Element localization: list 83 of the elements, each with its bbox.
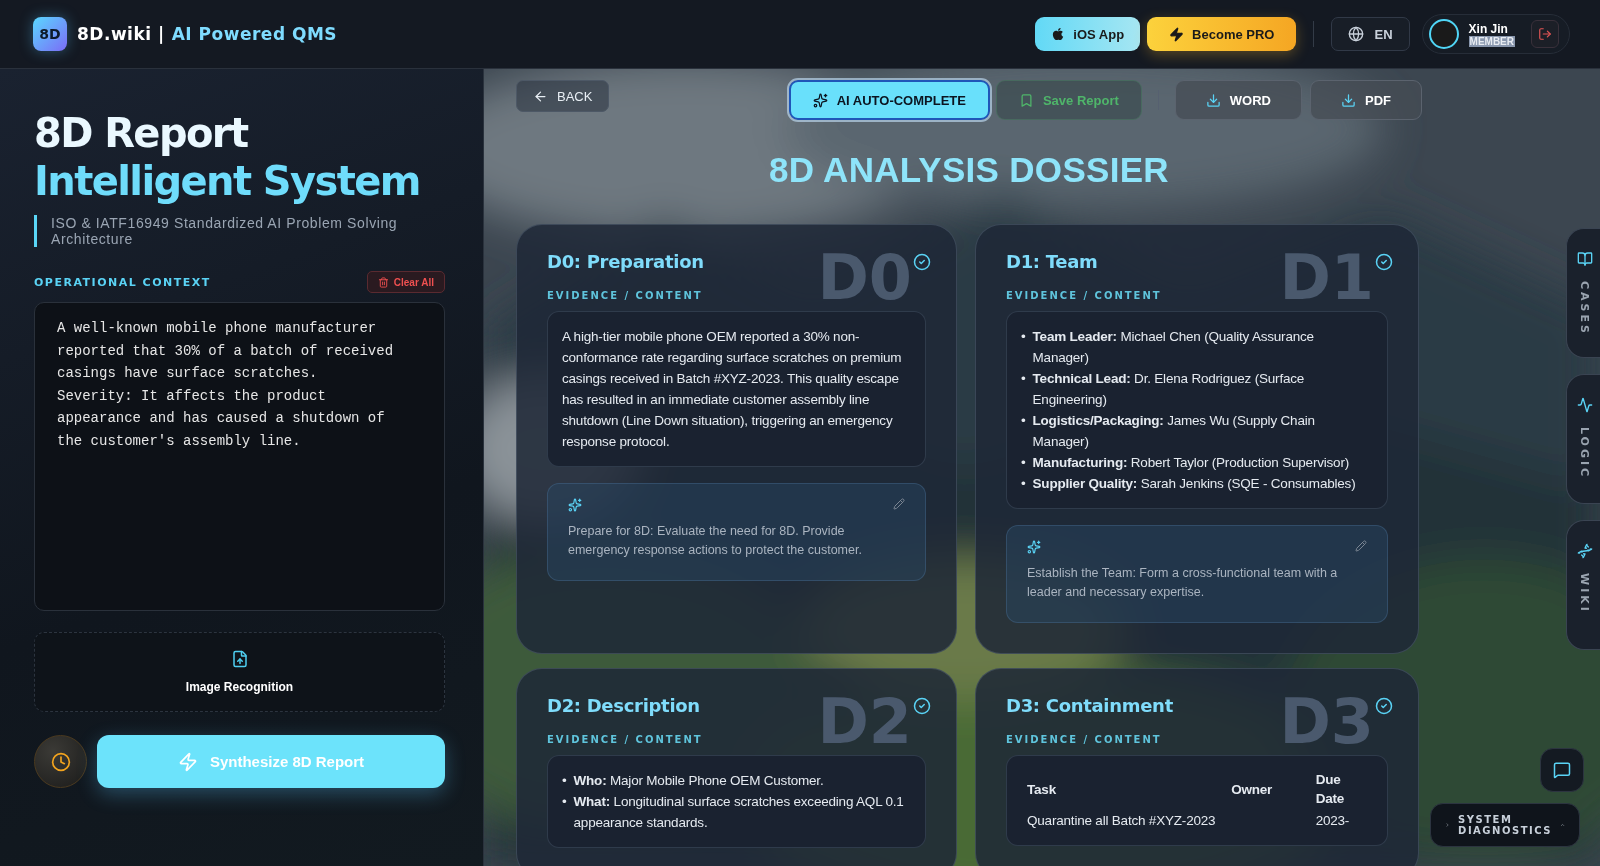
user-role: MEMBER xyxy=(1468,35,1515,47)
clear-all-button[interactable]: Clear All xyxy=(366,271,445,293)
book-icon xyxy=(1576,251,1593,267)
user-name: Xin Jin xyxy=(1468,21,1509,36)
download-icon xyxy=(1341,92,1356,108)
table-cell-text: 2023- xyxy=(1314,812,1351,830)
context-field[interactable]: A well-known mobile phone manufacturer reported that 30% of a batch of received casings have surface scratches. Severity: It affects the product appearance and has caused a shutdown of the customer's assembly line. xyxy=(34,302,445,611)
card-title: D1: Team xyxy=(1006,251,1098,272)
hint-text: Establish the Team: Form a cross-functional team with a leader and necessary expertise. xyxy=(1027,565,1339,601)
evidence-box[interactable]: Task Owner Due Date Quarantine all Batch #XYZ-2023 2023- xyxy=(1006,755,1388,846)
brand-tagline: AI Powered QMS xyxy=(171,24,338,44)
evidence-item: Manufacturing: Robert Taylor (Production Supervisor) xyxy=(1032,454,1349,472)
evidence-text: A high-tier mobile phone OEM reported a 30% non-conformance rate regarding surface scratches on premium casings received in Batch #XYZ-2023. This quality escape has resulted in an immediate customer assembly line shutdown (Line Down situation), triggering an emergency response protocol. xyxy=(562,328,903,451)
back-button[interactable]: BACK xyxy=(516,80,610,112)
dna-icon xyxy=(1576,543,1593,559)
image-upload-zone[interactable]: Image Recognition xyxy=(34,632,445,712)
page-title: Intelligent System xyxy=(34,157,420,205)
download-icon xyxy=(1205,92,1221,108)
card-title: D2: Description xyxy=(547,695,700,716)
auto-complete-button[interactable]: AI AUTO-COMPLETE xyxy=(788,80,990,120)
pulse-icon xyxy=(1576,397,1593,413)
sparkles-icon xyxy=(812,92,828,108)
evidence-item: Who: Major Mobile Phone OEM Customer. xyxy=(573,772,824,790)
brand-name: 8D.wiki | xyxy=(77,24,165,44)
apple-icon xyxy=(1051,27,1066,41)
diagnostics-button[interactable]: SYSTEM DIAGNOSTICS xyxy=(1430,803,1580,847)
chat-icon xyxy=(1553,761,1571,779)
column-header: Task xyxy=(1026,780,1057,799)
bullet: • xyxy=(562,772,567,790)
trash-icon xyxy=(377,276,389,288)
bullet: • xyxy=(1021,454,1026,472)
column-header: Due Date xyxy=(1314,771,1346,808)
evidence-box[interactable] xyxy=(547,311,926,467)
side-tab[interactable]: WIKI xyxy=(1566,520,1600,650)
bullet: • xyxy=(1021,412,1026,430)
bookmark-icon xyxy=(1018,92,1034,108)
export-button[interactable]: PDF xyxy=(1310,80,1422,120)
evidence-box[interactable]: • Who: Major Mobile Phone OEM Customer. • What: Longitudinal surface scratches exceeding AQL 0.1 appearance standards. xyxy=(547,755,926,848)
evidence-item: Technical Lead: Dr. Elena Rodriguez (Surface Engineering) xyxy=(1032,370,1306,409)
chat-button[interactable] xyxy=(1540,748,1584,792)
evidence-item: Supplier Quality: Sarah Jenkins (SQE - Consumables) xyxy=(1032,475,1356,493)
bullet: • xyxy=(1021,475,1026,493)
pencil-icon[interactable] xyxy=(1355,540,1367,552)
logo[interactable]: 8D xyxy=(33,17,67,51)
side-tab[interactable]: LOGIC xyxy=(1566,374,1600,504)
section-label: EVIDENCE / CONTENT xyxy=(547,734,704,745)
logout-icon xyxy=(1538,27,1552,41)
lightning-icon xyxy=(1169,26,1185,42)
evidence-item: What: Longitudinal surface scratches exceeding AQL 0.1 appearance standards. xyxy=(573,793,905,832)
sparkles-icon xyxy=(1027,540,1041,554)
evidence-item: Team Leader: Michael Chen (Quality Assurance Manager) xyxy=(1032,328,1315,367)
card-title: D0: Preparation xyxy=(547,251,704,272)
pencil-icon[interactable] xyxy=(893,498,905,510)
side-tab[interactable]: CASES xyxy=(1566,228,1600,358)
table-cell-text: Quarantine all Batch #XYZ-2023 xyxy=(1026,812,1217,830)
language-button[interactable]: EN xyxy=(1331,17,1410,51)
export-button[interactable]: WORD xyxy=(1174,80,1302,120)
clock-icon xyxy=(50,751,71,772)
user-avatar xyxy=(1428,19,1459,49)
logout-button[interactable] xyxy=(1531,20,1559,48)
ios-app-button[interactable]: iOS App xyxy=(1035,17,1141,51)
bullet: • xyxy=(1021,370,1026,388)
upgrade-button[interactable]: Become PRO xyxy=(1147,17,1297,51)
bullet: • xyxy=(1021,328,1026,346)
page-title: 8D Report xyxy=(34,109,249,157)
lightning-icon xyxy=(177,751,198,772)
evidence-item: Logistics/Packaging: James Wu (Supply Chain Manager) xyxy=(1032,412,1316,451)
evidence-box[interactable] xyxy=(1006,311,1388,509)
file-upload-icon xyxy=(230,650,249,668)
history-button[interactable] xyxy=(34,735,87,788)
hint-text: Prepare for 8D: Evaluate the need for 8D. Provide emergency response actions to protect the customer. xyxy=(568,523,863,559)
card-title: D3: Containment xyxy=(1006,695,1173,716)
page-subtitle: ISO & IATF16949 Standardized AI Problem Solving Architecture xyxy=(34,215,445,247)
section-label: EVIDENCE / CONTENT xyxy=(547,290,704,301)
section-label: EVIDENCE / CONTENT xyxy=(1006,734,1163,745)
dossier-title: 8D ANALYSIS DOSSIER xyxy=(768,150,1170,190)
column-header: Owner xyxy=(1230,780,1274,799)
sparkles-icon xyxy=(568,498,582,512)
globe-icon xyxy=(1348,26,1365,42)
section-label: EVIDENCE / CONTENT xyxy=(1006,290,1163,301)
user-chip[interactable]: Xin Jin MEMBER xyxy=(1421,14,1570,54)
section-label: OPERATIONAL CONTEXT xyxy=(34,275,211,289)
bullet: • xyxy=(562,793,567,811)
